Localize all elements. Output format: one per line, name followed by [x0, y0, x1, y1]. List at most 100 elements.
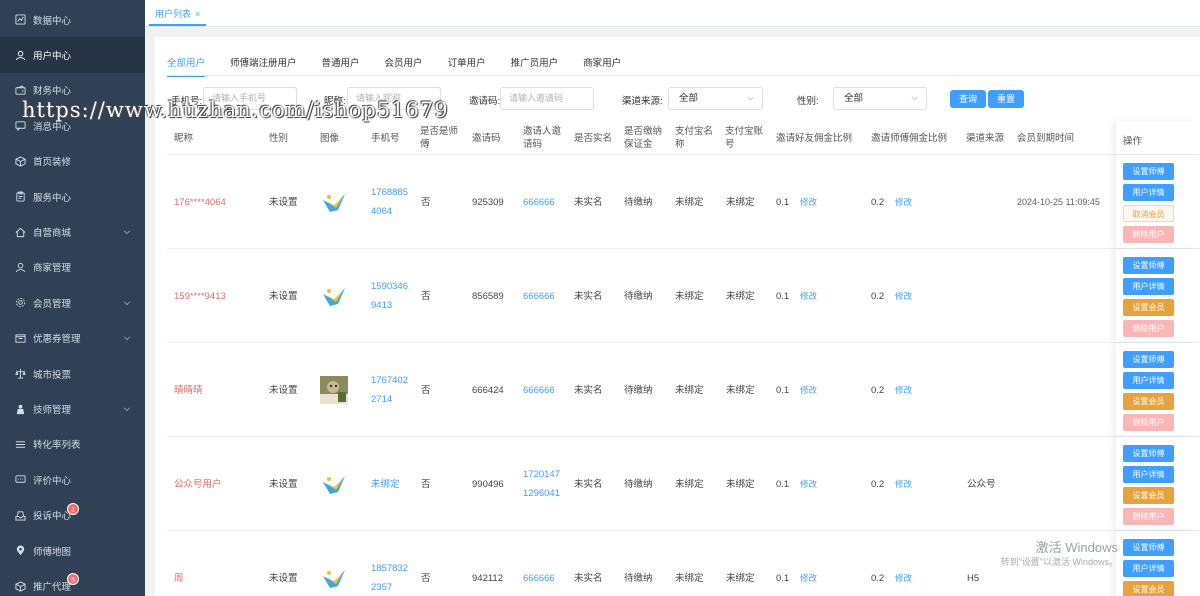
sidebar-item[interactable]: 转化率列表: [0, 427, 145, 462]
cell-realname: 未实名: [574, 572, 603, 584]
cell-inviter-code[interactable]: 666666: [523, 569, 555, 588]
sidebar-item[interactable]: 数据中心: [0, 2, 145, 37]
cell-gender: 未设置: [269, 384, 298, 396]
set-master-button[interactable]: 设置师傅: [1123, 257, 1174, 274]
tab-user-type[interactable]: 推广员用户: [511, 55, 559, 77]
member-toggle-button[interactable]: 设置会员: [1123, 299, 1174, 316]
cell-nickname[interactable]: 公众号用户: [174, 475, 222, 494]
sidebar-item[interactable]: 师傅地图: [0, 533, 145, 568]
cell-inviter-code[interactable]: 666666: [523, 287, 555, 306]
chevron-down-icon: [123, 407, 131, 412]
user-detail-button[interactable]: 用户详情: [1123, 466, 1174, 483]
sidebar-item[interactable]: 服务中心: [0, 179, 145, 214]
sidebar-item[interactable]: 评价中心: [0, 462, 145, 497]
cell-realname: 未实名: [574, 384, 603, 396]
sidebar-item[interactable]: 用户中心: [0, 37, 145, 73]
cell-avatar: [320, 564, 348, 592]
sidebar: 数据中心 用户中心 财务中心 消息中心 首页装修 服务中心 自营商城 商家管理 会员管理 优惠券管…: [0, 0, 145, 596]
user-detail-button[interactable]: 用户详情: [1123, 184, 1174, 201]
user-detail-button[interactable]: 用户详情: [1123, 560, 1174, 577]
tab-user-list[interactable]: 用户列表 ×: [149, 3, 207, 26]
sidebar-item-label: 优惠券管理: [33, 334, 81, 346]
app-logo-avatar: [323, 570, 345, 588]
user-detail-button[interactable]: 用户详情: [1123, 372, 1174, 389]
sidebar-item-label: 城市投票: [33, 369, 72, 381]
cell-phone[interactable]: 1768885 4064: [371, 183, 408, 221]
tab-user-type[interactable]: 全部用户: [167, 55, 206, 77]
cell-nickname[interactable]: 周: [174, 569, 184, 588]
cell-nickname[interactable]: 159****9413: [174, 287, 226, 306]
chevron-down-icon: [123, 301, 131, 306]
notification-badge: 1: [67, 502, 80, 515]
inbox-icon: [14, 511, 26, 521]
tab-user-type[interactable]: 师傅端注册用户: [230, 55, 297, 77]
edit-master-rate-link[interactable]: 修改: [895, 569, 912, 588]
delete-user-button[interactable]: 删除用户: [1123, 226, 1174, 243]
invite-code-input[interactable]: 请输入邀请码: [500, 87, 594, 110]
channel-select[interactable]: 全部: [668, 87, 763, 110]
delete-user-button[interactable]: 删除用户: [1123, 414, 1174, 431]
user-photo-avatar: [320, 376, 348, 404]
member-toggle-button[interactable]: 取消会员: [1123, 205, 1174, 222]
edit-friend-rate-link[interactable]: 修改: [800, 475, 817, 494]
cell-friend-rate: 0.1: [776, 384, 790, 396]
edit-master-rate-link[interactable]: 修改: [895, 475, 912, 494]
tab-user-type[interactable]: 会员用户: [385, 55, 423, 77]
edit-friend-rate-link[interactable]: 修改: [800, 287, 817, 306]
sidebar-item[interactable]: 商家管理: [0, 250, 145, 285]
set-master-button[interactable]: 设置师傅: [1123, 163, 1174, 180]
cell-phone[interactable]: 未绑定: [371, 475, 400, 494]
sidebar-item[interactable]: 会员管理: [0, 285, 145, 320]
cell-inviter-code[interactable]: 666666: [523, 381, 555, 400]
edit-friend-rate-link[interactable]: 修改: [800, 381, 817, 400]
sidebar-item[interactable]: 城市投票: [0, 356, 145, 391]
cell-nickname[interactable]: 晴晴晴: [174, 381, 203, 400]
sidebar-icon-wrap: [14, 368, 26, 380]
row-actions: 设置师傅用户详情取消会员删除用户: [1116, 155, 1200, 248]
edit-master-rate-link[interactable]: 修改: [895, 287, 912, 306]
tab-user-type[interactable]: 普通用户: [322, 55, 360, 77]
sidebar-item[interactable]: 首页装修: [0, 144, 145, 179]
delete-user-button[interactable]: 删除用户: [1123, 508, 1174, 525]
set-master-button[interactable]: 设置师傅: [1123, 539, 1174, 556]
member-toggle-button[interactable]: 设置会员: [1123, 393, 1174, 410]
member-toggle-button[interactable]: 设置会员: [1123, 487, 1174, 504]
cell-phone[interactable]: 1857832 2357: [371, 559, 408, 596]
user-detail-button[interactable]: 用户详情: [1123, 278, 1174, 295]
gender-select[interactable]: 全部: [833, 87, 927, 110]
cell-is-master: 否: [421, 572, 431, 584]
sidebar-item[interactable]: 投诉中心 1: [0, 498, 145, 533]
cell-is-master: 否: [421, 384, 431, 396]
tab-user-type[interactable]: 商家用户: [583, 55, 621, 77]
sidebar-icon-wrap: [14, 84, 26, 96]
sidebar-item[interactable]: 推广代理 5: [0, 568, 145, 596]
chevron-down-icon: [123, 230, 131, 235]
cell-nickname[interactable]: 176****4064: [174, 193, 226, 212]
tab-user-type[interactable]: 订单用户: [448, 55, 486, 77]
cell-invite-code: 942112: [472, 572, 503, 584]
sidebar-item[interactable]: 优惠券管理: [0, 321, 145, 356]
table-header-cell: 邀请码: [472, 132, 501, 144]
cell-phone[interactable]: 1767402 2714: [371, 371, 408, 409]
sidebar-icon-wrap: [14, 226, 26, 238]
close-icon[interactable]: ×: [195, 9, 200, 19]
sidebar-item[interactable]: 自营商城: [0, 214, 145, 249]
set-master-button[interactable]: 设置师傅: [1123, 351, 1174, 368]
cell-inviter-code[interactable]: 1720147 1296041: [523, 465, 560, 503]
member-toggle-button[interactable]: 设置会员: [1123, 581, 1174, 596]
query-button[interactable]: 查询: [950, 90, 987, 108]
edit-master-rate-link[interactable]: 修改: [895, 381, 912, 400]
edit-friend-rate-link[interactable]: 修改: [800, 193, 817, 212]
sidebar-icon-wrap: [14, 297, 26, 309]
delete-user-button[interactable]: 删除用户: [1123, 320, 1174, 337]
tab-user-list-label: 用户列表: [155, 9, 192, 19]
clipboard-icon: [15, 191, 25, 202]
sidebar-item[interactable]: 技师管理: [0, 391, 145, 426]
cell-phone[interactable]: 1590346 9413: [371, 277, 408, 315]
set-master-button[interactable]: 设置师傅: [1123, 445, 1174, 462]
edit-friend-rate-link[interactable]: 修改: [800, 569, 817, 588]
sidebar-item-label: 技师管理: [33, 405, 72, 417]
edit-master-rate-link[interactable]: 修改: [895, 193, 912, 212]
reset-button[interactable]: 重置: [988, 90, 1025, 108]
cell-inviter-code[interactable]: 666666: [523, 193, 555, 212]
